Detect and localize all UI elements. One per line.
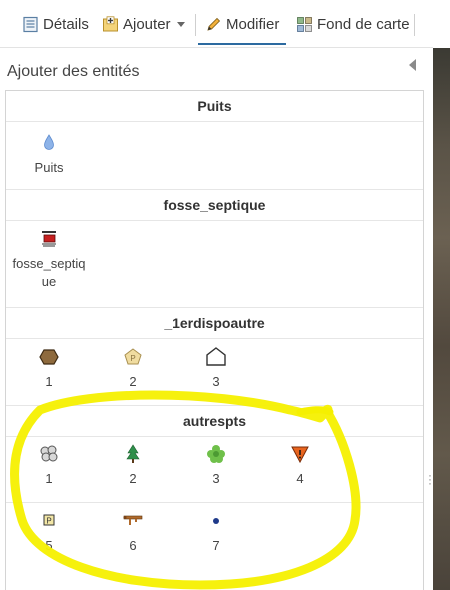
template-item[interactable]: Puits bbox=[9, 132, 89, 177]
sign-post-icon: P bbox=[43, 514, 55, 526]
brown-hexagon-icon bbox=[39, 349, 59, 365]
active-tab-indicator bbox=[198, 43, 286, 45]
template-label: Puits bbox=[34, 160, 64, 175]
basemap-label: Fond de carte bbox=[317, 15, 410, 33]
map-top-area bbox=[433, 0, 450, 48]
map-view[interactable] bbox=[433, 48, 450, 590]
template-label: 2 bbox=[129, 471, 137, 486]
basemap-button[interactable]: Fond de carte bbox=[296, 8, 410, 40]
template-label-line1: fosse_septiq bbox=[12, 256, 86, 271]
toolbar-divider bbox=[195, 14, 196, 36]
warning-triangle-icon bbox=[291, 446, 309, 464]
template-label-line2: ue bbox=[41, 274, 57, 289]
template-label: 5 bbox=[45, 538, 53, 553]
group-header-fosse-septique: fosse_septique bbox=[6, 190, 423, 221]
chevron-down-icon bbox=[176, 21, 185, 27]
template-item[interactable]: 6 bbox=[93, 510, 173, 555]
water-drop-icon bbox=[44, 134, 54, 150]
svg-text:P: P bbox=[46, 517, 51, 526]
basemap-grid-icon bbox=[297, 16, 312, 32]
template-label: 3 bbox=[212, 374, 220, 389]
template-item[interactable]: P 5 bbox=[9, 510, 89, 555]
template-item[interactable]: 7 bbox=[176, 510, 256, 555]
details-icon bbox=[23, 16, 38, 32]
template-label: 1 bbox=[45, 374, 53, 389]
template-label: 1 bbox=[45, 471, 53, 486]
template-item[interactable]: 1 bbox=[9, 346, 89, 391]
group-header-puits: Puits bbox=[6, 91, 423, 122]
toolbar: Détails Ajouter Modifier Fond de carte bbox=[0, 0, 450, 48]
blue-dot-icon bbox=[213, 518, 219, 524]
group-header-autrespts: autrespts bbox=[6, 406, 423, 437]
template-label: 2 bbox=[129, 374, 137, 389]
details-button[interactable]: Détails bbox=[22, 8, 89, 40]
toolbar-divider bbox=[414, 14, 415, 36]
tan-pentagon-icon: P bbox=[124, 348, 142, 365]
svg-text:P: P bbox=[130, 354, 135, 363]
bushes-icon bbox=[40, 445, 58, 462]
add-features-panel: Ajouter des entités Puits Puits fosse_se… bbox=[0, 48, 433, 590]
group-header-1erdispoautre: _1erdispoautre bbox=[6, 308, 423, 339]
add-data-icon bbox=[103, 15, 118, 31]
add-label: Ajouter bbox=[123, 15, 171, 33]
septic-tank-icon bbox=[42, 231, 56, 247]
collapse-panel-icon[interactable] bbox=[409, 59, 416, 71]
template-label: 7 bbox=[212, 538, 220, 553]
brown-pipe-icon bbox=[123, 515, 143, 525]
template-item[interactable]: 2 bbox=[93, 443, 173, 488]
panel-title: Ajouter des entités bbox=[7, 63, 140, 80]
add-dropdown-button[interactable]: Ajouter bbox=[102, 8, 185, 40]
template-item[interactable]: 3 bbox=[176, 443, 256, 488]
template-item[interactable]: P 2 bbox=[93, 346, 173, 391]
template-label: 6 bbox=[129, 538, 137, 553]
details-label: Détails bbox=[43, 15, 89, 33]
modify-button[interactable]: Modifier bbox=[205, 8, 279, 40]
template-item[interactable]: 1 bbox=[9, 443, 89, 488]
conifer-tree-icon bbox=[126, 444, 140, 463]
modify-label: Modifier bbox=[226, 15, 280, 33]
deciduous-tree-icon bbox=[207, 445, 225, 463]
template-label: 4 bbox=[296, 471, 304, 486]
template-label: 3 bbox=[212, 471, 220, 486]
template-item[interactable]: 4 bbox=[260, 443, 340, 488]
pentagon-outline-icon bbox=[206, 347, 226, 366]
panel-resize-handle[interactable]: · · · bbox=[428, 469, 432, 489]
row-divider bbox=[6, 502, 423, 503]
pencil-icon bbox=[207, 17, 221, 31]
template-item[interactable]: fosse_septiq ue bbox=[9, 228, 89, 291]
feature-templates-list[interactable]: Puits Puits fosse_septique fosse_septiq … bbox=[5, 90, 424, 590]
template-item[interactable]: 3 bbox=[176, 346, 256, 391]
